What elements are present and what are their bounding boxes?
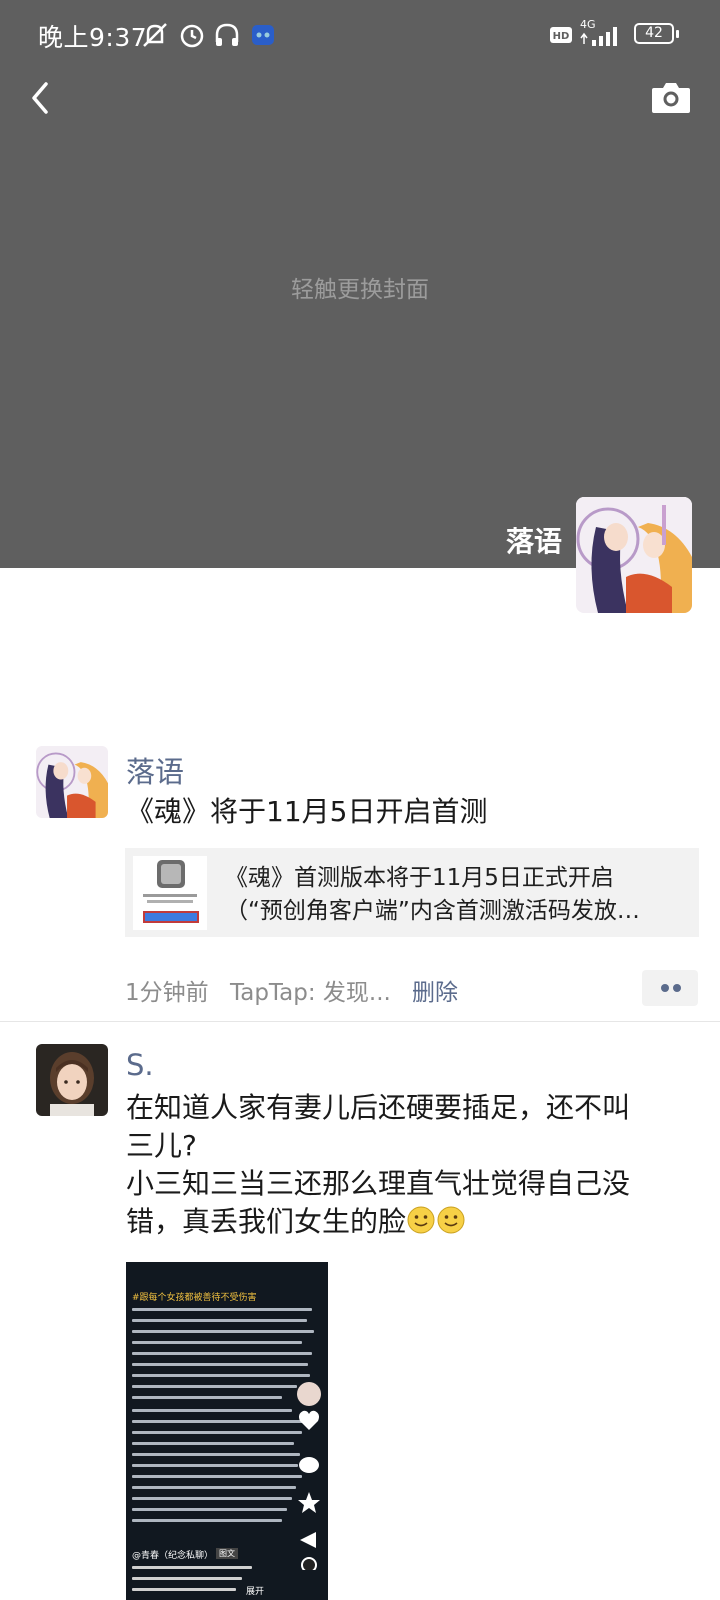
post-text-line-content: 错，真丢我们女生的脸 (126, 1205, 407, 1238)
post-text-line: 三儿? (126, 1129, 197, 1162)
link-title: 《魂》首测版本将于11月5日正式开启 （“预创角客户端”内含首测激活码发放… (225, 862, 685, 928)
video-expand-label[interactable]: 展开 (246, 1584, 264, 1597)
post-text-line: 在知道人家有妻儿后还硬要插足，还不叫 (126, 1091, 631, 1124)
post-text-line: 小三知三当三还那么理直气壮觉得自己没 (126, 1165, 691, 1203)
smile-emoji-icon (437, 1206, 465, 1234)
shared-link-card[interactable]: 《魂》首测版本将于11月5日正式开启 （“预创角客户端”内含首测激活码发放… (125, 848, 699, 937)
headphone-icon (215, 23, 239, 46)
app-icon (252, 25, 274, 45)
battery-level: 42 (645, 25, 663, 41)
post-time: 1分钟前 (125, 980, 209, 1006)
camera-icon[interactable] (650, 80, 692, 114)
svg-text:HD: HD (553, 31, 570, 42)
more-dot-icon (673, 984, 681, 992)
post-author-name[interactable]: 落语 (126, 749, 184, 791)
post-text: 《魂》将于11月5日开启首测 (126, 795, 488, 828)
signal-4g-icon (580, 27, 617, 46)
smile-emoji-icon (407, 1206, 435, 1234)
profile-user-name: 落语 (505, 525, 562, 558)
profile-avatar[interactable] (576, 497, 692, 613)
post-author-avatar[interactable] (36, 1044, 108, 1116)
back-arrow-icon[interactable] (22, 78, 62, 118)
video-header: #跟每个女孩都被善待不受伤害 (132, 1293, 257, 1303)
post-text: 在知道人家有妻儿后还硬要插足，还不叫 三儿? 小三知三当三还那么理直气壮觉得自己… (126, 1089, 691, 1241)
post-author-avatar[interactable] (36, 746, 108, 818)
video-footer-tag: 图文 (216, 1548, 238, 1559)
post-source[interactable]: TapTap: 发现... (230, 973, 391, 1007)
link-thumbnail (133, 856, 207, 930)
post-author-name[interactable]: S. (126, 1048, 154, 1082)
video-side-actions-icon (297, 1382, 321, 1570)
alarm-icon (180, 24, 204, 48)
link-title-line1: 《魂》首测版本将于11月5日正式开启 (225, 865, 614, 891)
cover-image-area[interactable]: 晚上9:37 HD 4G 42 轻触更换封面 落语 (0, 0, 720, 568)
status-bar: 晚上9:37 HD 4G 42 (0, 0, 720, 70)
mute-icon (143, 23, 167, 47)
post-divider (0, 1021, 720, 1022)
change-cover-hint[interactable]: 轻触更换封面 (0, 270, 720, 304)
hd-icon: HD (550, 27, 572, 43)
battery-tip (676, 30, 679, 38)
post-text-line: 错，真丢我们女生的脸 (126, 1203, 691, 1241)
more-actions-button[interactable] (642, 970, 698, 1006)
delete-button[interactable]: 删除 (412, 973, 458, 1007)
post-text-line-content: 小三知三当三还那么理直气壮觉得自己没 (126, 1167, 631, 1200)
status-time: 晚上9:37 (38, 23, 148, 52)
video-footer-author: @青春（纪念私聊） (132, 1551, 214, 1561)
video-thumbnail[interactable]: #跟每个女孩都被善待不受伤害 @青春（纪念私聊） 图文 展开 (126, 1262, 328, 1600)
battery-icon: 42 (634, 23, 674, 44)
link-title-line2: （“预创角客户端”内含首测激活码发放… (225, 898, 640, 924)
more-dot-icon (661, 984, 669, 992)
